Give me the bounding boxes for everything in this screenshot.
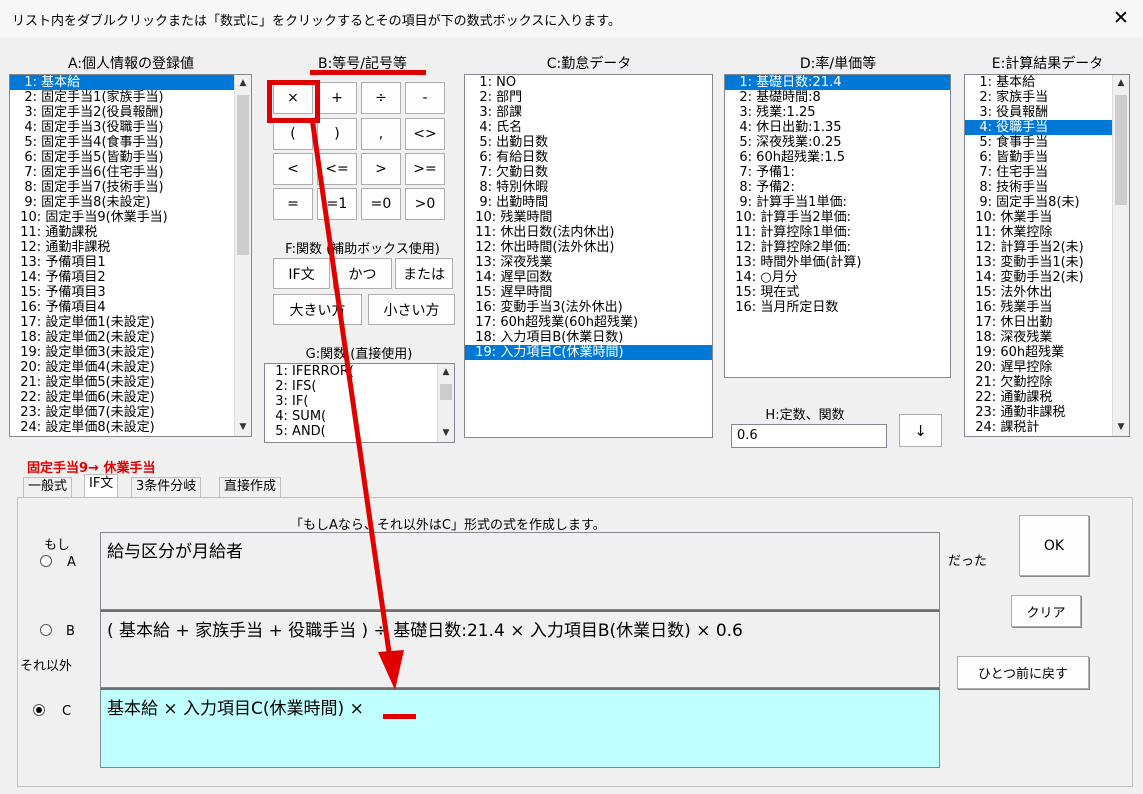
arrow-head [378, 650, 404, 690]
annotation-arrow [309, 117, 404, 690]
arrow-shaft [309, 117, 394, 667]
